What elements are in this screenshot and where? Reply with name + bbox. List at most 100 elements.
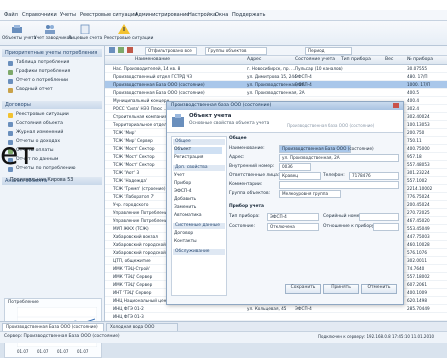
close-icon[interactable] [393,103,399,108]
table-cell: 557.18002 [407,274,430,279]
col-device-number[interactable]: № прибора [407,57,433,62]
table-cell: Производственная База ООО (состояние) [113,90,205,95]
nav-group-service[interactable]: Обслуживание [173,249,225,255]
table-cell: 400.5 [407,90,419,95]
menu-registry[interactable]: Реестровые ситуации [80,12,137,18]
col-address[interactable]: Адрес [247,57,261,62]
table-cell: 460.10028 [407,242,430,247]
table-cell: Хабаровский городской [113,242,166,247]
table-row[interactable]: Производственная База ООО (состояние) ул.… [105,81,447,89]
address-field[interactable]: ул. Производственная, 2А [279,154,399,162]
table-cell: 302.40024 [407,114,430,119]
col-state[interactable]: Состояние учета [295,57,335,62]
filter-dropdown[interactable]: Отфильтровано все [145,47,197,55]
state-icon [8,122,13,127]
nav-account[interactable]: Учет [174,173,185,180]
menu-references[interactable]: Справочники [22,12,57,18]
table-cell: Управление Потребления [113,210,170,215]
chart-title: Потребление [8,300,39,305]
nav-device-model[interactable]: ЭФСП-4 [174,189,192,196]
registry-situations-button[interactable]: Реестровые ситуации [104,22,153,44]
table-cell: 30.07555 [407,66,427,71]
nav-replace[interactable]: Заменить [174,205,196,212]
nav-add[interactable]: Добавить [174,197,196,204]
nav-group-extra[interactable]: Доп. свойства [173,165,225,171]
nav-group-general[interactable]: Общее [173,139,225,145]
name-field[interactable]: Производственная База ООО (состояние) [279,145,374,153]
table-row[interactable]: Нас. Производителей, 14 кв. 8 г. Новосиби… [105,65,447,73]
nav-contract[interactable]: Договор [174,231,193,238]
document-tabs: Производственная База ООО (состояние) Хо… [0,321,447,332]
code-label: Внутренний номер: [229,164,275,169]
delete-icon[interactable] [127,47,133,53]
table-cell: Хабаровский вокзал [113,234,158,239]
add-icon[interactable] [118,47,124,53]
menu-support[interactable]: Поддержать [232,12,265,18]
group-contracts[interactable]: Договоры [2,101,102,109]
chart-icon [8,70,13,75]
menu-admin[interactable]: Администрирование [135,12,189,18]
phone-field[interactable]: 7178476 [349,172,399,180]
dialog-title-bar[interactable]: Производственная база ООО (состояние) [167,102,403,110]
table-cell: ИМК 'ТЭЦ' Сервер [113,274,153,279]
nav-device[interactable]: Прибор [174,181,191,188]
menu-settings[interactable]: Настройка [188,12,216,18]
table-cell: ЦТП, общежитие [113,258,151,263]
responsible-field[interactable]: Кравец [279,172,321,180]
device-type-select[interactable]: ЭФСП-4 [267,213,319,221]
table-row[interactable]: Производственный отдел ГСТРД ЧЗ ул. Димит… [105,73,447,81]
table-cell: 557.1002 [407,178,427,183]
table-cell: ул. Димитрова 15, 244 [247,74,297,79]
table-cell: 200.750 [407,130,425,135]
object-icon [172,114,184,127]
menu-windows[interactable]: Окна [215,12,228,18]
menu-file[interactable]: Файл [4,12,18,18]
table-row[interactable]: Производственная База ООО (состояние) ул.… [105,89,447,97]
x-tick: 01.07 [17,349,29,354]
group-consumption[interactable]: Приоритетные учеты потребления [2,49,102,57]
nav-contacts[interactable]: Контакты [174,239,197,246]
comment-field[interactable] [279,181,399,189]
table-cell: ТСЖ 'Мир' [113,130,136,135]
table-cell: ТСЖ 'Мост' Сектор [113,154,155,159]
table-cell: Производственный отдел ГСТРД ЧЗ [113,74,193,79]
dialog-nav: Общее Объект Регистрация Доп. свойства У… [171,136,227,296]
relation-field[interactable] [373,223,399,231]
table-row[interactable]: ИНЦ ФГЭ 01-3 [105,313,447,321]
accounts-button[interactable]: Лицевые счета [68,22,102,44]
menu-accounts[interactable]: Учеты [60,12,76,18]
nav-object[interactable]: Объект [174,147,222,154]
table-cell: Управление Потребления [113,218,170,223]
table-cell: 302.0011 [407,258,427,263]
col-device-type[interactable]: Тип прибора [341,57,371,62]
col-weight[interactable]: Вес [385,57,393,62]
table-cell: ИМК 'ТЭЦ' Сервер [113,282,153,287]
table-cell: 400.75000 [407,146,430,151]
refresh-icon[interactable] [109,47,115,53]
nav-automation[interactable]: Автоматика [174,213,202,220]
x-tick: 01.07 [37,349,49,354]
table-cell: 74.7640 [407,266,425,271]
table-row[interactable]: ИНЦ ФГЭ 01-2 ул. Кольцевая, 45 ЭФСП-4 285.7… [105,305,447,313]
table-cell: 285.70449 [407,306,430,311]
objects-button[interactable]: Объекты учета [2,22,36,44]
summary-icon [8,88,13,93]
period-dropdown[interactable]: Период [305,47,352,55]
left-panel: Приоритетные учеты потребления Таблица п… [0,46,105,358]
col-name[interactable]: Наименование [135,57,170,62]
apply-button[interactable]: Принять [323,284,359,294]
cancel-button[interactable]: Отменить [361,284,397,294]
table-cell: 957.18 [407,154,422,159]
group-dropdown[interactable]: Группы объектов [205,47,267,55]
nav-registration[interactable]: Регистрация [174,155,203,162]
breeders-button[interactable]: Учет заводчиков [34,22,72,44]
serial-field[interactable] [359,213,399,221]
table-cell: 100.13053 [407,122,430,127]
group-select[interactable]: Мелкоуровня группа [279,190,341,198]
table-cell: ЭФСП-4 [295,74,312,79]
table-cell: ИНТ 'ТЭЦ' Сервер [113,290,152,295]
nav-group-system[interactable]: Системные данные [173,223,225,229]
save-button[interactable]: Сохранить [285,284,321,294]
code-field[interactable]: 0036 [279,163,311,171]
state-select[interactable]: Отключена [267,223,319,231]
